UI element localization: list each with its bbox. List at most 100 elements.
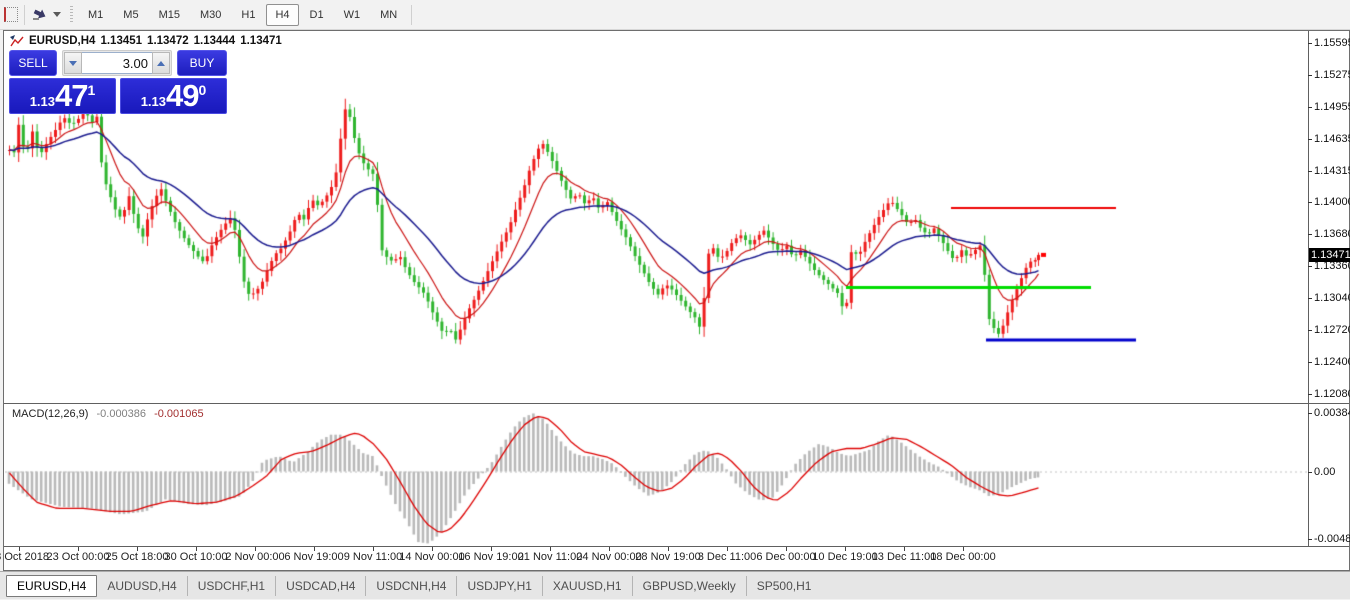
macd-value-signal: -0.001065 xyxy=(154,408,204,420)
time-axis-tick xyxy=(19,547,20,551)
ohlc-high: 1.13472 xyxy=(147,35,189,47)
chart-tab-usdjpy-h1[interactable]: USDJPY,H1 xyxy=(456,576,541,596)
price-axis-border xyxy=(1308,31,1309,546)
time-axis-tick xyxy=(668,547,669,551)
time-axis-label: 18 Oct 2018 xyxy=(0,551,49,563)
time-axis-label: 23 Oct 00:00 xyxy=(47,551,110,563)
mt4-window: M1M5M15M30H1H4D1W1MN EURUSD,H4 1.13451 1… xyxy=(0,0,1350,600)
price-axis-tick xyxy=(1308,75,1312,76)
timeframe-button-m5[interactable]: M5 xyxy=(114,4,147,26)
chart-tab-usdcnh-h4[interactable]: USDCNH,H4 xyxy=(365,576,456,596)
volume-stepper xyxy=(62,50,172,76)
chart-tab-sp500-h1[interactable]: SP500,H1 xyxy=(746,576,822,596)
time-axis-tick xyxy=(78,547,79,551)
pane-separator-macd-time[interactable] xyxy=(4,546,1349,547)
price-axis-tick xyxy=(1308,394,1312,395)
double-arrows-icon xyxy=(32,8,48,22)
price-axis-label: 1.15595 xyxy=(1314,36,1350,50)
timeframe-button-m1[interactable]: M1 xyxy=(79,4,112,26)
timeframe-button-m15[interactable]: M15 xyxy=(150,4,189,26)
pane-separator-price-macd[interactable] xyxy=(4,403,1349,404)
volume-input[interactable] xyxy=(82,52,152,74)
price-axis-tick xyxy=(1308,43,1312,44)
time-axis-label: 13 Dec 11:00 xyxy=(872,551,937,563)
ohlc-low: 1.13444 xyxy=(194,35,236,47)
time-axis-tick xyxy=(255,547,256,551)
chart-tab-bar: EURUSD,H4AUDUSD,H4USDCHF,H1USDCAD,H4USDC… xyxy=(0,571,1350,599)
time-axis-label: 28 Nov 19:00 xyxy=(635,551,700,563)
time-axis-label: 16 Nov 19:00 xyxy=(458,551,523,563)
sell-button[interactable]: SELL xyxy=(9,50,57,76)
timeframe-button-w1[interactable]: W1 xyxy=(335,4,370,26)
macd-axis-tick xyxy=(1308,539,1312,540)
chart-header: EURUSD,H4 1.13451 1.13472 1.13444 1.1347… xyxy=(10,35,282,47)
time-axis-label: 25 Oct 18:00 xyxy=(106,551,169,563)
price-axis-label: 1.14000 xyxy=(1314,195,1350,209)
price-axis-label: 1.15275 xyxy=(1314,68,1350,82)
sell-price-display[interactable]: 1.13 47 1 xyxy=(9,78,116,114)
volume-up-button[interactable] xyxy=(152,52,170,74)
time-axis-tick xyxy=(373,547,374,551)
price-axis-label: 1.12720 xyxy=(1314,323,1350,337)
triangle-down-icon xyxy=(69,61,77,66)
macd-indicator-canvas[interactable] xyxy=(5,404,1307,546)
chart-shift-icon[interactable] xyxy=(31,6,49,24)
chart-tab-gbpusd-weekly[interactable]: GBPUSD,Weekly xyxy=(632,576,746,596)
timeframe-button-d1[interactable]: D1 xyxy=(301,4,333,26)
time-axis-label: 21 Nov 11:00 xyxy=(518,551,583,563)
one-click-trade-panel: SELL BUY 1.13 47 1 1.13 49 0 xyxy=(9,50,227,114)
price-axis-label: 1.14955 xyxy=(1314,100,1350,114)
time-axis-tick xyxy=(137,547,138,551)
chart-tab-eurusd-h4[interactable]: EURUSD,H4 xyxy=(6,575,97,597)
price-axis-label: 1.12080 xyxy=(1314,387,1350,401)
price-axis-label: 1.14635 xyxy=(1314,132,1350,146)
volume-down-button[interactable] xyxy=(64,52,82,74)
price-axis-tick xyxy=(1308,139,1312,140)
chart-tab-usdcad-h4[interactable]: USDCAD,H4 xyxy=(275,576,365,596)
buy-price-small: 1.13 xyxy=(141,94,166,109)
macd-axis-label: 0.00 xyxy=(1314,465,1335,479)
timeframe-buttons: M1M5M15M30H1H4D1W1MN xyxy=(78,4,407,26)
price-axis-tick xyxy=(1308,330,1312,331)
time-axis-label: 24 Nov 00:00 xyxy=(576,551,641,563)
toolbar-grip[interactable] xyxy=(70,6,73,24)
buy-price-display[interactable]: 1.13 49 0 xyxy=(120,78,227,114)
chart-tab-audusd-h4[interactable]: AUDUSD,H4 xyxy=(97,576,186,596)
price-axis-tick xyxy=(1308,362,1312,363)
time-axis-tick xyxy=(786,547,787,551)
buy-button[interactable]: BUY xyxy=(177,50,227,76)
time-axis-label: 2 Nov 00:00 xyxy=(225,551,284,563)
timeframe-button-mn[interactable]: MN xyxy=(371,4,406,26)
time-axis-tick xyxy=(845,547,846,551)
macd-label-row: MACD(12,26,9) -0.000386 -0.001065 xyxy=(12,408,204,420)
macd-value-main: -0.000386 xyxy=(96,408,146,420)
buy-price-sup: 0 xyxy=(199,82,207,98)
time-axis-label: 14 Nov 00:00 xyxy=(399,551,464,563)
time-axis-tick xyxy=(904,547,905,551)
chart-window: EURUSD,H4 1.13451 1.13472 1.13444 1.1347… xyxy=(3,30,1350,571)
chart-tab-usdchf-h1[interactable]: USDCHF,H1 xyxy=(187,576,275,596)
sell-price-small: 1.13 xyxy=(30,94,55,109)
selection-tool-icon[interactable] xyxy=(2,6,20,24)
time-axis-tick xyxy=(609,547,610,551)
dropdown-caret-icon[interactable] xyxy=(53,12,61,17)
price-axis-tick xyxy=(1308,234,1312,235)
price-axis-label: 1.13680 xyxy=(1314,227,1350,241)
price-axis-tick xyxy=(1308,298,1312,299)
timeframe-button-h1[interactable]: H1 xyxy=(232,4,264,26)
price-axis-label: 1.12400 xyxy=(1314,355,1350,369)
time-axis-label: 6 Dec 00:00 xyxy=(756,551,815,563)
sell-price-sup: 1 xyxy=(88,82,96,98)
chart-window-icon xyxy=(10,35,24,47)
time-axis-tick xyxy=(491,547,492,551)
timeframe-button-h4[interactable]: H4 xyxy=(266,4,298,26)
toolbar-separator xyxy=(24,5,25,25)
timeframes-toolbar: M1M5M15M30H1H4D1W1MN xyxy=(0,0,1350,30)
price-axis-label: 1.14315 xyxy=(1314,164,1350,178)
toolbar-separator-2 xyxy=(411,5,412,25)
macd-axis-tick xyxy=(1308,472,1312,473)
triangle-up-icon xyxy=(157,61,165,66)
time-axis-label: 3 Dec 11:00 xyxy=(698,551,757,563)
chart-tab-xauusd-h1[interactable]: XAUUSD,H1 xyxy=(542,576,632,596)
timeframe-button-m30[interactable]: M30 xyxy=(191,4,230,26)
